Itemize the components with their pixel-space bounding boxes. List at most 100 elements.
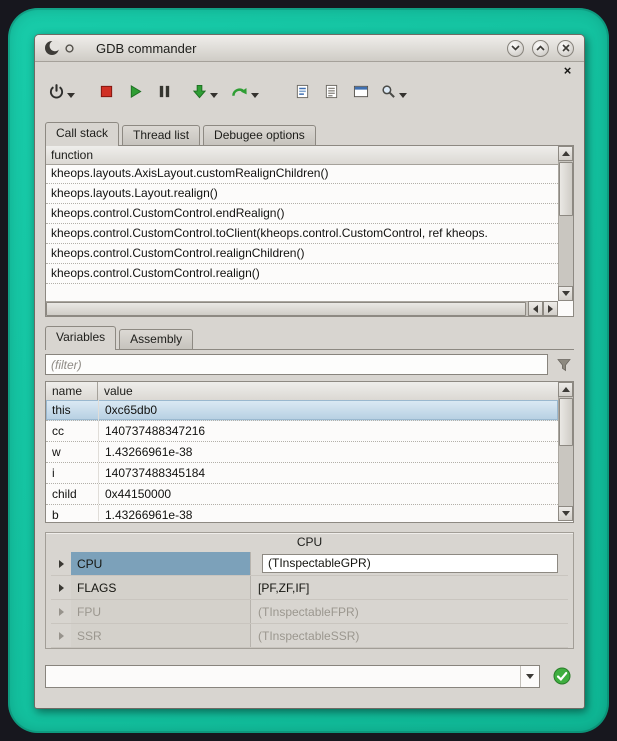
expander-arrow-icon[interactable] (51, 560, 71, 568)
callstack-row[interactable]: kheops.layouts.AxisLayout.customRealignC… (46, 164, 558, 184)
cpu-row-name: FLAGS (71, 576, 251, 599)
column-value[interactable]: value (98, 382, 133, 400)
column-function[interactable]: function (46, 148, 93, 162)
variables-pane-edge (45, 349, 574, 350)
left-arrow-icon (533, 305, 538, 313)
variable-name: cc (46, 421, 98, 441)
send-command-button[interactable] (552, 666, 572, 686)
inspector-icon (381, 84, 396, 104)
variable-row-i[interactable]: i 140737488345184 (46, 463, 558, 484)
filter-icon[interactable] (556, 357, 572, 378)
callstack-row[interactable]: kheops.control.CustomControl.realign() (46, 264, 558, 284)
close-button[interactable] (557, 40, 574, 57)
variable-row-w[interactable]: w 1.43266961e-38 (46, 442, 558, 463)
window-title: GDB commander (96, 41, 196, 56)
command-combobox[interactable] (45, 665, 540, 688)
variables-filter-row (45, 354, 574, 376)
callstack-vscrollbar[interactable] (558, 146, 573, 301)
variables-header: name value (46, 382, 573, 401)
debugee-window-button[interactable] (351, 82, 371, 106)
variable-row-b[interactable]: b 1.43266961e-38 (46, 505, 558, 521)
power-button[interactable] (47, 82, 77, 106)
titlebar[interactable]: GDB commander (35, 35, 584, 62)
dropdown-arrow-icon (526, 674, 534, 679)
run-button[interactable] (126, 82, 145, 106)
power-dropdown-arrow[interactable] (67, 93, 75, 98)
source-doc-button[interactable] (293, 82, 312, 106)
source-doc-icon (295, 84, 310, 104)
cpu-row-fpu[interactable]: FPU (TInspectableFPR) (51, 600, 568, 624)
variables-vscrollbar[interactable] (558, 382, 573, 521)
cpu-row-flags[interactable]: FLAGS [PF,ZF,IF] (51, 576, 568, 600)
cpu-inspector-group: CPU CPU (TInspectableGPR) FLAGS [PF,ZF,I… (45, 532, 574, 649)
stop-button[interactable] (97, 82, 116, 106)
callstack-row[interactable]: kheops.control.CustomControl.realignChil… (46, 244, 558, 264)
shade-button[interactable] (507, 40, 524, 57)
callstack-row[interactable]: kheops.control.CustomControl.toClient(kh… (46, 224, 558, 244)
variable-name: b (46, 505, 98, 521)
expander-arrow-icon[interactable] (51, 608, 71, 616)
command-input[interactable] (51, 668, 517, 685)
callstack-row[interactable]: kheops.control.CustomControl.endRealign(… (46, 204, 558, 224)
callstack-header[interactable]: function (46, 146, 573, 165)
pin-icon[interactable] (65, 44, 74, 53)
restore-button[interactable] (532, 40, 549, 57)
variable-name: i (46, 463, 98, 483)
step-over-dropdown-arrow[interactable] (251, 93, 259, 98)
expander-arrow-icon[interactable] (51, 584, 71, 592)
callstack-row[interactable]: kheops.layouts.Layout.realign() (46, 184, 558, 204)
step-over-button[interactable] (229, 82, 261, 106)
window-controls (507, 40, 574, 57)
combo-dropdown-button[interactable] (520, 666, 539, 687)
scroll-thumb[interactable] (559, 162, 573, 216)
inspector-button[interactable] (379, 82, 409, 106)
step-over-icon (231, 84, 248, 104)
step-into-button[interactable] (190, 82, 220, 106)
tab-debugee-options[interactable]: Debugee options (203, 125, 316, 146)
scroll-down-button[interactable] (558, 286, 573, 301)
scroll-thumb[interactable] (46, 302, 526, 316)
expander-arrow-icon[interactable] (51, 632, 71, 640)
scroll-right-button[interactable] (543, 301, 558, 316)
cpu-row-name: CPU (71, 552, 251, 575)
variable-name: child (46, 484, 98, 504)
step-into-dropdown-arrow[interactable] (210, 93, 218, 98)
variable-row-this[interactable]: this 0xc65db0 (46, 400, 558, 421)
pause-icon (157, 84, 172, 104)
cpu-value-field[interactable]: (TInspectableGPR) (262, 554, 558, 573)
dock-close-button[interactable]: × (561, 64, 574, 77)
tab-assembly[interactable]: Assembly (119, 329, 193, 350)
output-log-button[interactable] (322, 82, 341, 106)
filter-input[interactable] (45, 354, 548, 375)
scroll-up-button[interactable] (558, 146, 573, 161)
variable-row-cc[interactable]: cc 140737488347216 (46, 421, 558, 442)
cpu-row-value: (TInspectableFPR) (251, 605, 568, 619)
callstack-tabbar: Call stack Thread list Debugee options (45, 123, 319, 146)
cpu-row-value: (TInspectableSSR) (251, 629, 568, 643)
cpu-group-title: CPU (46, 533, 573, 551)
tab-variables[interactable]: Variables (45, 326, 116, 350)
variable-value: 1.43266961e-38 (98, 442, 558, 462)
ok-icon (553, 667, 571, 685)
cpu-row-gpr[interactable]: CPU (TInspectableGPR) (51, 552, 568, 576)
inspector-dropdown-arrow[interactable] (399, 93, 407, 98)
up-arrow-icon (562, 151, 570, 156)
variables-rows: this 0xc65db0 cc 140737488347216 w 1.432… (46, 400, 558, 521)
variable-value: 0x44150000 (98, 484, 558, 504)
tab-thread-list[interactable]: Thread list (122, 125, 200, 146)
callstack-table: function kheops.layouts.AxisLayout.custo… (45, 145, 574, 317)
pause-button[interactable] (155, 82, 174, 106)
callstack-hscrollbar[interactable] (46, 301, 558, 316)
scroll-left-button[interactable] (528, 301, 543, 316)
scroll-thumb[interactable] (559, 398, 573, 446)
app-icon[interactable] (44, 40, 60, 56)
cpu-row-ssr[interactable]: SSR (TInspectableSSR) (51, 624, 568, 648)
column-name[interactable]: name (46, 382, 98, 400)
up-arrow-icon (562, 387, 570, 392)
variable-value: 0xc65db0 (98, 400, 558, 420)
variable-row-child[interactable]: child 0x44150000 (46, 484, 558, 505)
tab-call-stack[interactable]: Call stack (45, 122, 119, 146)
power-icon (49, 84, 64, 104)
scroll-up-button[interactable] (558, 382, 573, 397)
scroll-down-button[interactable] (558, 506, 573, 521)
